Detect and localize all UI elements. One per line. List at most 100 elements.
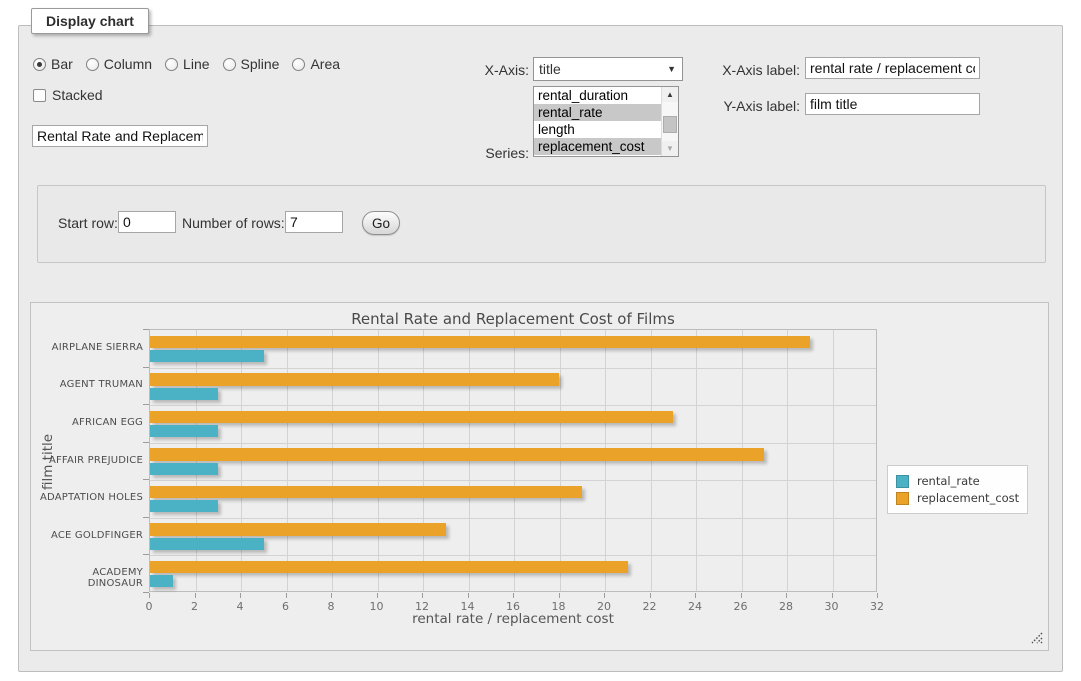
bar-replacement_cost-african-egg [150, 411, 673, 424]
chart-type-label-spline: Spline [241, 56, 280, 72]
bar-rental_rate-ace-goldfinger [150, 538, 264, 550]
gridline [833, 330, 834, 591]
x-tick-mark [331, 593, 332, 598]
y-tick-mark [143, 329, 149, 330]
chart-type-bar[interactable]: Bar [33, 56, 73, 72]
x-tick-mark [149, 593, 150, 598]
chart-type-label-column: Column [104, 56, 152, 72]
gridline [150, 555, 876, 556]
series-scrollbar[interactable]: ▲ ▼ [661, 87, 678, 156]
start-row-label: Start row: [58, 215, 118, 231]
bar-rental_rate-academy-dinosaur [150, 575, 173, 587]
bar-rental_rate-affair-prejudice [150, 463, 218, 475]
x-tick-label: 10 [362, 600, 392, 613]
chart-title-input[interactable] [32, 125, 208, 147]
legend-item-replacement_cost: replacement_cost [896, 491, 1019, 505]
bar-replacement_cost-ace-goldfinger [150, 523, 446, 536]
chart-plot-area [149, 329, 877, 592]
chart-type-group: Bar Column Line Spline Area [33, 56, 340, 72]
radio-icon[interactable] [223, 58, 236, 71]
x-tick-mark [286, 593, 287, 598]
num-rows-input[interactable] [285, 211, 343, 233]
bar-replacement_cost-adaptation-holes [150, 486, 582, 499]
stacked-checkbox-row[interactable]: Stacked [33, 87, 103, 103]
start-row-input[interactable] [118, 211, 176, 233]
x-axis-label-field-label: X-Axis label: [700, 62, 800, 78]
chart-type-column[interactable]: Column [86, 56, 152, 72]
x-tick-mark [877, 593, 878, 598]
radio-icon[interactable] [33, 58, 46, 71]
scrollbar-thumb[interactable] [663, 116, 677, 133]
bar-replacement_cost-affair-prejudice [150, 448, 764, 461]
x-axis-select[interactable]: title ▼ [533, 57, 683, 81]
x-tick-mark [741, 593, 742, 598]
y-axis-label-input[interactable] [805, 93, 980, 115]
x-tick-mark [195, 593, 196, 598]
go-button[interactable]: Go [362, 211, 400, 235]
rows-panel: Start row: Number of rows: Go [37, 185, 1046, 263]
x-axis-selected-value: title [539, 61, 561, 77]
radio-icon[interactable] [165, 58, 178, 71]
y-tick-mark [143, 404, 149, 405]
y-tick-mark [143, 517, 149, 518]
legend-label-replacement_cost: replacement_cost [917, 491, 1019, 505]
series-option-rental_rate[interactable]: rental_rate [534, 104, 661, 121]
x-axis-label-input[interactable] [805, 57, 980, 79]
series-listbox[interactable]: rental_durationrental_ratelengthreplacem… [533, 86, 679, 157]
y-tick-mark [143, 367, 149, 368]
x-tick-mark [513, 593, 514, 598]
panel-legend: Display chart [31, 8, 149, 34]
y-category-label: AIRPLANE SIERRA [39, 342, 143, 353]
scroll-up-icon: ▲ [666, 91, 674, 99]
legend-swatch-rental_rate [896, 475, 909, 488]
bar-rental_rate-adaptation-holes [150, 500, 218, 512]
x-tick-mark [832, 593, 833, 598]
bar-rental_rate-agent-truman [150, 388, 218, 400]
chart-type-area[interactable]: Area [292, 56, 340, 72]
resize-handle-icon[interactable] [1031, 632, 1043, 644]
series-option-rental_duration[interactable]: rental_duration [534, 87, 661, 104]
x-tick-mark [468, 593, 469, 598]
x-tick-mark [240, 593, 241, 598]
x-tick-label: 22 [635, 600, 665, 613]
y-category-label: AGENT TRUMAN [39, 379, 143, 390]
x-tick-mark [422, 593, 423, 598]
bar-replacement_cost-academy-dinosaur [150, 561, 628, 574]
series-field-label: Series: [429, 145, 529, 161]
stacked-checkbox[interactable] [33, 89, 46, 102]
scroll-up-button[interactable]: ▲ [662, 87, 678, 102]
x-tick-mark [650, 593, 651, 598]
y-category-label: AFFAIR PREJUDICE [39, 455, 143, 466]
x-tick-label: 8 [316, 600, 346, 613]
x-tick-label: 6 [271, 600, 301, 613]
y-category-label: ACADEMY DINOSAUR [39, 567, 143, 589]
x-tick-mark [786, 593, 787, 598]
series-option-replacement_cost[interactable]: replacement_cost [534, 138, 661, 155]
legend-label-rental_rate: rental_rate [917, 474, 980, 488]
scroll-down-icon: ▼ [666, 145, 674, 153]
radio-icon[interactable] [86, 58, 99, 71]
x-tick-label: 28 [771, 600, 801, 613]
scrollbar-track[interactable] [662, 102, 678, 141]
radio-icon[interactable] [292, 58, 305, 71]
y-category-label: AFRICAN EGG [39, 417, 143, 428]
scroll-down-button[interactable]: ▼ [662, 141, 678, 156]
display-chart-panel: Display chart BarColumnLineSplineArea St… [18, 25, 1063, 672]
bar-replacement_cost-agent-truman [150, 373, 559, 386]
stacked-label: Stacked [52, 87, 103, 103]
chart-type-spline[interactable]: Spline [223, 56, 280, 72]
x-tick-label: 18 [544, 600, 574, 613]
bar-rental_rate-african-egg [150, 425, 218, 437]
series-option-length[interactable]: length [534, 121, 661, 138]
chevron-down-icon: ▼ [667, 64, 676, 74]
chart-container: Rental Rate and Replacement Cost of Film… [30, 302, 1049, 651]
legend-swatch-replacement_cost [896, 492, 909, 505]
chart-type-line[interactable]: Line [165, 56, 209, 72]
y-axis-label-field-label: Y-Axis label: [700, 98, 800, 114]
legend-item-rental_rate: rental_rate [896, 474, 1019, 488]
chart-type-label-line: Line [183, 56, 209, 72]
gridline [150, 405, 876, 406]
x-tick-label: 32 [862, 600, 892, 613]
num-rows-label: Number of rows: [182, 215, 285, 231]
gridline [150, 368, 876, 369]
